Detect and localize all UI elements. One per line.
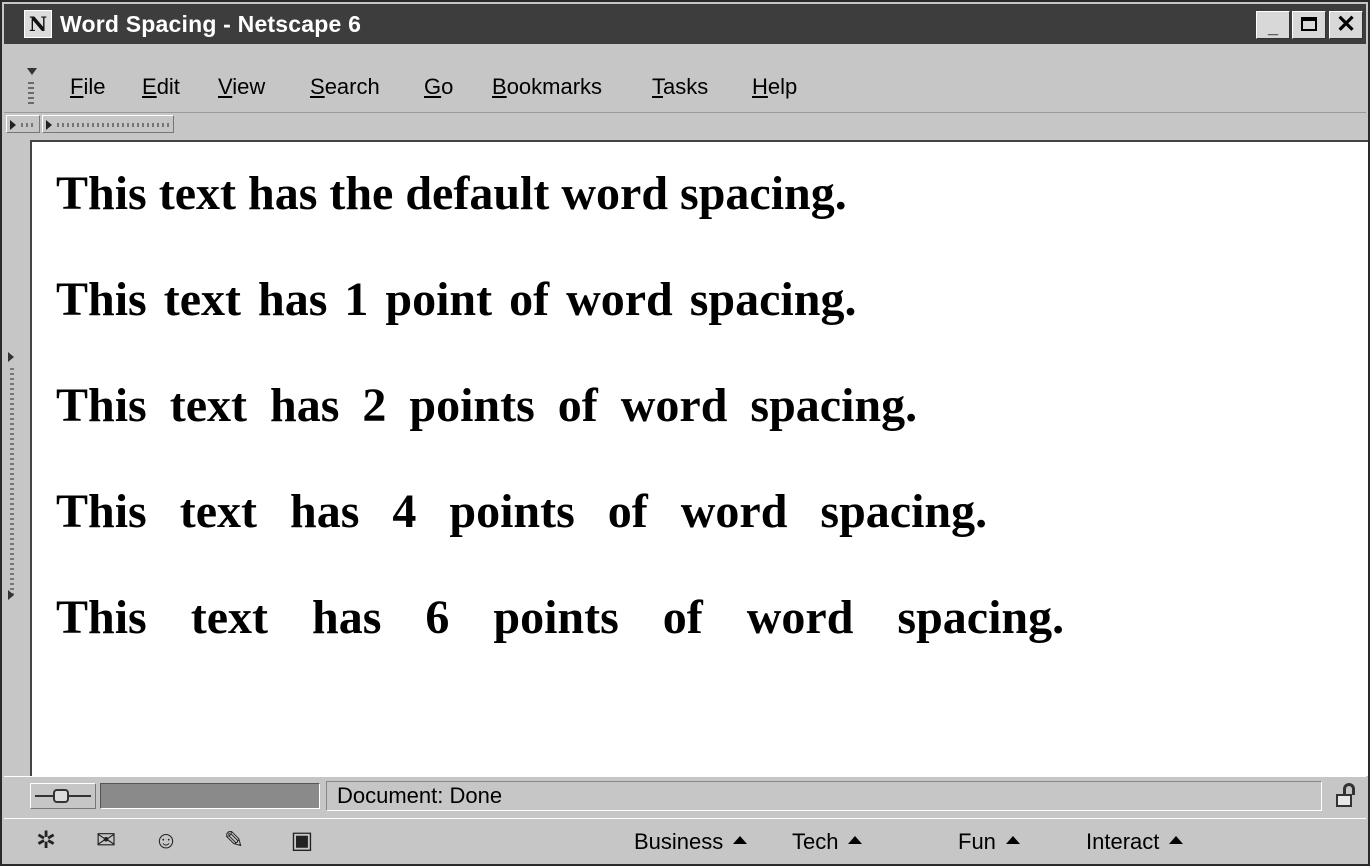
expand-arrow-icon bbox=[10, 120, 16, 130]
expand-toolbar-tab[interactable] bbox=[6, 115, 40, 133]
tech-menu[interactable]: Tech bbox=[792, 829, 863, 855]
text-line-4pt-spacing: This text has 4 points of word spacing. bbox=[56, 485, 988, 538]
text-line-default-spacing: This text has the default word spacing. bbox=[56, 167, 847, 220]
menu-view[interactable]: View bbox=[218, 74, 265, 100]
caret-up-icon bbox=[1169, 836, 1184, 845]
sidebar-expand-arrow-icon bbox=[8, 352, 14, 362]
security-lock-icon[interactable] bbox=[1334, 783, 1360, 809]
caret-up-icon bbox=[848, 836, 863, 845]
browser-window: N Word Spacing - Netscape 6 _ ✕ File Edi… bbox=[0, 0, 1370, 866]
menu-go[interactable]: Go bbox=[424, 74, 453, 100]
composer-icon[interactable]: ✎ bbox=[218, 827, 250, 855]
window-title: Word Spacing - Netscape 6 bbox=[60, 11, 362, 37]
maximize-button[interactable] bbox=[1292, 11, 1326, 39]
mail-icon[interactable]: ✉ bbox=[90, 827, 122, 855]
expand-toolbar-tab[interactable] bbox=[42, 115, 174, 133]
menu-help[interactable]: Help bbox=[752, 74, 797, 100]
collapsed-toolbars bbox=[4, 112, 1366, 137]
caret-up-icon bbox=[1005, 836, 1020, 845]
component-bar: ✲ ✉ ☺ ✎ ▣ Business Tech Fun Interact bbox=[4, 818, 1366, 864]
online-plug-icon[interactable] bbox=[30, 783, 96, 809]
sidebar-grip[interactable] bbox=[8, 352, 18, 622]
caret-up-icon bbox=[733, 836, 748, 845]
status-text: Document: Done bbox=[326, 781, 1322, 811]
business-menu[interactable]: Business bbox=[634, 829, 748, 855]
address-book-icon[interactable]: ▣ bbox=[286, 827, 318, 855]
sidebar-expand-arrow-icon bbox=[8, 590, 14, 600]
expand-arrow-icon bbox=[46, 120, 52, 130]
menu-bookmarks[interactable]: Bookmarks bbox=[492, 74, 602, 100]
menu-search[interactable]: Search bbox=[310, 74, 380, 100]
title-bar[interactable]: N Word Spacing - Netscape 6 _ ✕ bbox=[4, 4, 1366, 44]
navigator-icon[interactable]: ✲ bbox=[30, 827, 62, 855]
menubar-grip-icon[interactable] bbox=[24, 64, 40, 108]
interact-menu[interactable]: Interact bbox=[1086, 829, 1184, 855]
page-content: This text has the default word spacing. … bbox=[30, 140, 1368, 776]
netscape-logo-icon[interactable]: N bbox=[24, 10, 52, 38]
menu-tasks[interactable]: Tasks bbox=[652, 74, 708, 100]
fun-menu[interactable]: Fun bbox=[958, 829, 1020, 855]
text-line-2pt-spacing: This text has 2 points of word spacing. bbox=[56, 379, 918, 432]
text-line-1pt-spacing: This text has 1 point of word spacing. bbox=[56, 273, 857, 326]
instant-messenger-icon[interactable]: ☺ bbox=[150, 827, 182, 855]
close-button[interactable]: ✕ bbox=[1329, 11, 1363, 39]
menu-bar: File Edit View Search Go Bookmarks Tasks… bbox=[4, 64, 1366, 110]
status-bar: Document: Done bbox=[4, 776, 1366, 817]
progress-bar bbox=[100, 783, 320, 809]
minimize-button[interactable]: _ bbox=[1256, 11, 1290, 39]
menu-file[interactable]: File bbox=[70, 74, 105, 100]
menu-edit[interactable]: Edit bbox=[142, 74, 180, 100]
text-line-6pt-spacing: This text has 6 points of word spacing. bbox=[56, 591, 1065, 644]
